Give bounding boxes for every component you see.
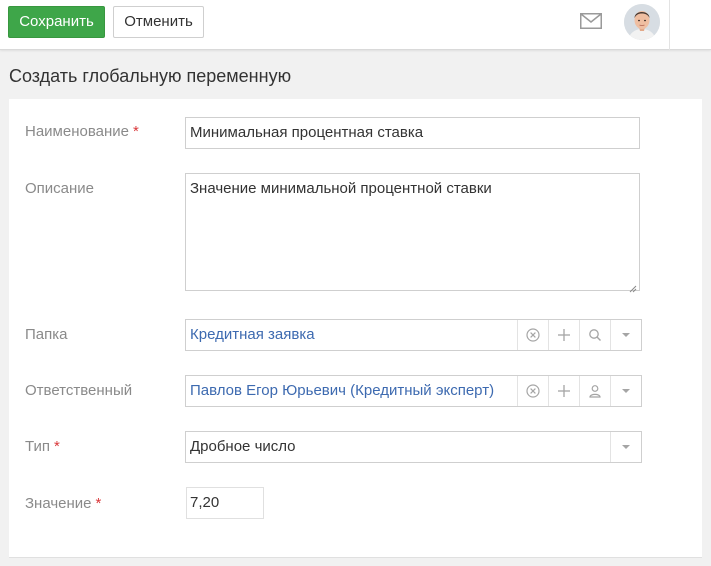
clear-icon[interactable] (517, 320, 548, 350)
add-icon[interactable] (548, 320, 579, 350)
value-label-text: Значение (25, 495, 92, 512)
required-mark: * (54, 438, 60, 455)
clear-icon[interactable] (517, 376, 548, 406)
top-toolbar: Сохранить Отменить (0, 0, 711, 50)
owner-lookup[interactable]: Павлов Егор Юрьевич (Кредитный эксперт) (185, 375, 642, 407)
toolbar-divider (669, 0, 670, 50)
folder-lookup-value[interactable]: Кредитная заявка (190, 326, 315, 343)
chevron-down-icon[interactable] (610, 376, 641, 406)
type-label: Тип * (25, 438, 60, 455)
required-mark: * (95, 495, 102, 512)
page-title: Создать глобальную переменную (9, 66, 292, 86)
form-card: Наименование * Минимальная процентная ста… (9, 99, 702, 558)
owner-lookup-value[interactable]: Павлов Егор Юрьевич (Кредитный эксперт) (190, 382, 494, 399)
cancel-button[interactable]: Отменить (113, 6, 204, 38)
name-input[interactable]: Минимальная процентная ставка (185, 117, 640, 149)
name-label-text: Наименование (25, 123, 129, 140)
required-mark: * (132, 123, 139, 140)
value-label: Значение * (25, 495, 101, 512)
type-select-value: Дробное число (190, 438, 296, 455)
avatar[interactable] (624, 4, 660, 40)
chevron-down-icon[interactable] (610, 320, 641, 350)
save-button[interactable]: Сохранить (8, 6, 105, 38)
value-input-value: 7,20 (190, 494, 220, 511)
add-icon[interactable] (548, 376, 579, 406)
value-input[interactable]: 7,20 (186, 487, 264, 519)
chevron-down-icon[interactable] (610, 432, 641, 462)
name-input-value: Минимальная процентная ставка (190, 124, 424, 141)
description-label: Описание (25, 180, 95, 197)
resize-grip-icon[interactable] (629, 280, 637, 293)
folder-label: Папка (25, 326, 68, 343)
type-select[interactable]: Дробное число (185, 431, 642, 463)
search-icon[interactable] (579, 320, 610, 350)
description-textarea-value: Значение минимальной процентной ставки (190, 180, 492, 197)
user-icon[interactable] (579, 376, 610, 406)
description-textarea[interactable]: Значение минимальной процентной ставки (185, 173, 640, 293)
folder-lookup[interactable]: Кредитная заявка (185, 319, 642, 351)
type-label-text: Тип (25, 438, 51, 455)
name-label: Наименование * (25, 123, 139, 140)
mail-icon[interactable] (580, 13, 602, 29)
owner-label: Ответственный (25, 382, 133, 399)
